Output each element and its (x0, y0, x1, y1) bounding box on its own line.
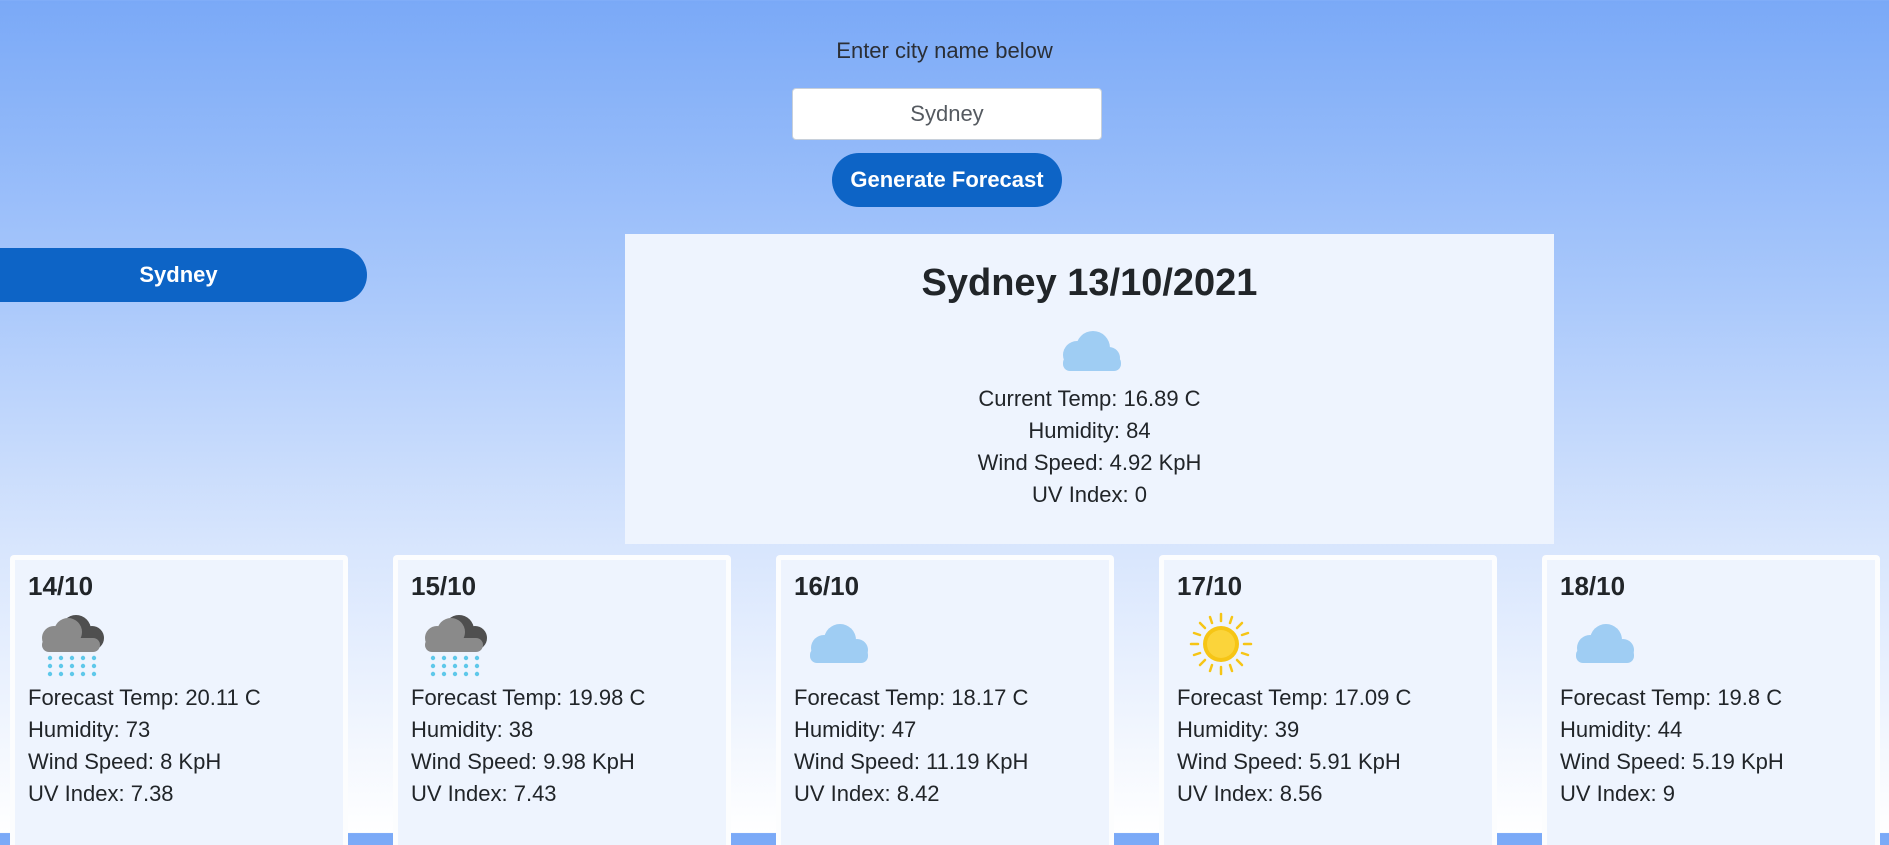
forecast-wind-speed: Wind Speed: 9.98 KpH (411, 749, 635, 774)
current-weather-title: Sydney 13/10/2021 (921, 262, 1258, 304)
cloud-icon (1062, 331, 1121, 371)
forecast-date: 14/10 (28, 571, 94, 601)
current-temp: Current Temp: 16.89 C (978, 386, 1201, 411)
forecast-uv-index: UV Index: 7.43 (411, 781, 557, 806)
forecast-temp: Forecast Temp: 20.11 C (28, 685, 261, 710)
current-uv-index: UV Index: 0 (1032, 482, 1147, 507)
forecast-temp: Forecast Temp: 19.98 C (411, 685, 646, 710)
forecast-humidity: Humidity: 73 (28, 717, 151, 742)
forecast-date: 17/10 (1177, 571, 1243, 601)
sun-icon (1189, 612, 1253, 676)
forecast-uv-index: UV Index: 9 (1560, 781, 1675, 806)
forecast-date: 16/10 (794, 571, 860, 601)
forecast-temp: Forecast Temp: 19.8 C (1560, 685, 1783, 710)
forecast-date: 15/10 (411, 571, 477, 601)
forecast-wind-speed: Wind Speed: 5.19 KpH (1560, 749, 1784, 774)
forecast-humidity: Humidity: 47 (794, 717, 917, 742)
current-wind-speed: Wind Speed: 4.92 KpH (977, 450, 1202, 475)
forecast-card: 17/10 Forecast Temp: 17.09 C Humidity: 3… (1159, 555, 1497, 845)
forecast-card: 18/10 Forecast Temp: 19.8 C Humidity: 44… (1542, 555, 1880, 845)
search-history-item-sydney[interactable]: Sydney (0, 248, 367, 302)
cloud-icon (1576, 624, 1634, 663)
forecast-humidity: Humidity: 38 (411, 717, 534, 742)
forecast-wind-speed: Wind Speed: 8 KpH (28, 749, 222, 774)
forecast-temp: Forecast Temp: 18.17 C (794, 685, 1029, 710)
rain-cloud-icon (425, 615, 487, 677)
forecast-wind-speed: Wind Speed: 11.19 KpH (794, 749, 1029, 774)
cloud-icon (810, 624, 868, 663)
forecast-card: 16/10 Forecast Temp: 18.17 C Humidity: 4… (776, 555, 1114, 845)
rain-cloud-icon (42, 615, 104, 677)
five-day-forecast: 14/10 Forecast Temp: 20.11 C Humidity: 7… (0, 555, 1889, 845)
forecast-wind-speed: Wind Speed: 5.91 KpH (1177, 749, 1401, 774)
city-search-input[interactable] (792, 88, 1102, 140)
forecast-card: 14/10 Forecast Temp: 20.11 C Humidity: 7… (10, 555, 348, 845)
current-weather-panel: Sydney 13/10/2021 Current Temp: 16.89 C … (625, 234, 1554, 544)
forecast-humidity: Humidity: 44 (1560, 717, 1683, 742)
forecast-uv-index: UV Index: 8.56 (1177, 781, 1323, 806)
forecast-humidity: Humidity: 39 (1177, 717, 1300, 742)
forecast-date: 18/10 (1560, 571, 1626, 601)
city-prompt-label: Enter city name below (836, 38, 1053, 63)
generate-forecast-button[interactable]: Generate Forecast (832, 153, 1062, 207)
forecast-temp: Forecast Temp: 17.09 C (1177, 685, 1412, 710)
forecast-uv-index: UV Index: 8.42 (794, 781, 940, 806)
forecast-card: 15/10 Forecast Temp: 19.98 C Humidity: 3… (393, 555, 731, 845)
forecast-uv-index: UV Index: 7.38 (28, 781, 174, 806)
current-humidity: Humidity: 84 (1028, 418, 1151, 443)
